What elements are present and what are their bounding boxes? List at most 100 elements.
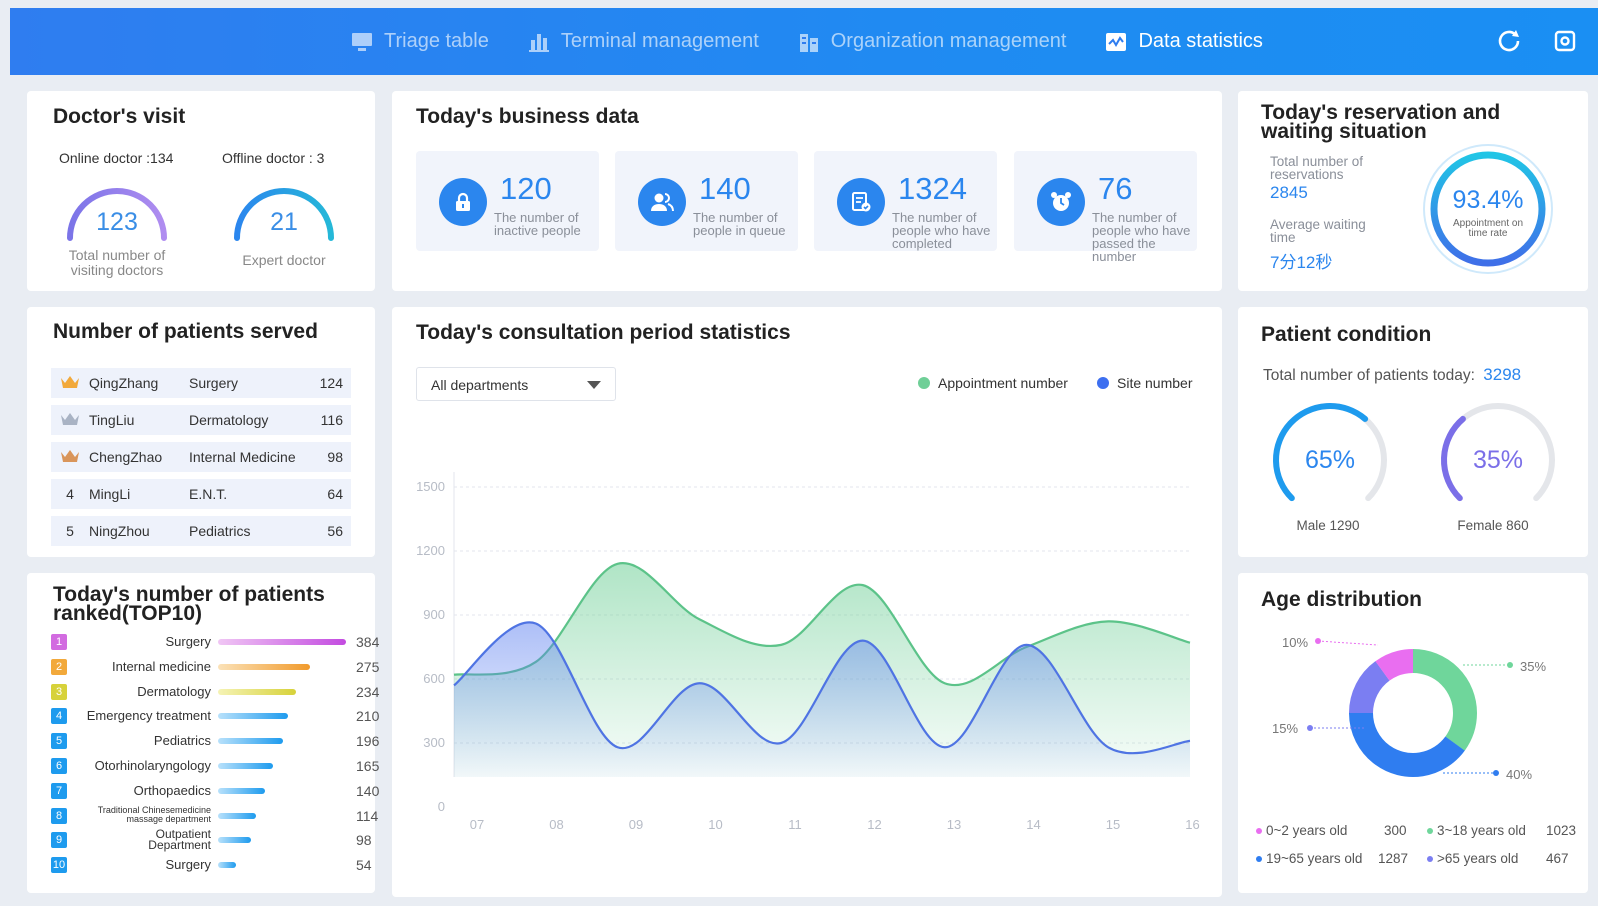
consultation-card: Today's consultation period statistics A… (392, 307, 1222, 897)
on-time-rate-value: 93.4% (1452, 186, 1524, 214)
nav-terminal-management[interactable]: Terminal management (527, 30, 759, 54)
value-bar (218, 663, 310, 670)
value-label: 275 (356, 658, 380, 675)
nav-triage-table[interactable]: Triage table (350, 30, 489, 54)
card-title: Today's business data (416, 105, 639, 128)
y-tick-label: 1200 (416, 543, 445, 558)
department-label: Outpatient Department (148, 827, 211, 853)
department: E.N.T. (189, 486, 228, 502)
doctor-name: ChengZhao (89, 449, 163, 465)
leader-line (1317, 640, 1379, 646)
x-tick-label: 10 (708, 817, 722, 832)
legend-dot (1427, 827, 1433, 834)
card-title: Patient condition (1261, 323, 1432, 346)
value-bar (218, 713, 288, 720)
top10-row: 1 Surgery 384 (51, 631, 381, 653)
tile-completed: 1324 The number of people who have compl… (814, 151, 997, 251)
expert-doctor-caption: Expert doctor (242, 252, 326, 268)
rank-badge: 2 (51, 658, 67, 675)
male-pct: 65% (1304, 446, 1356, 474)
stats-icon (1106, 32, 1127, 51)
value-bar (218, 639, 346, 645)
total-patients-text: Total number of patients today: (1263, 367, 1475, 384)
tile-inactive: 120 The number of inactive people (416, 151, 599, 251)
top10-row: 3 Dermatology 234 (51, 681, 381, 703)
avg-wait-label: Average waiting time (1270, 217, 1366, 245)
x-tick-label: 08 (549, 817, 563, 832)
doctor-name: QingZhang (89, 375, 159, 391)
total-patients-value: 3298 (1483, 365, 1522, 384)
value-bar (218, 787, 265, 794)
legend-dot (1256, 827, 1262, 834)
age-legend-value: 1287 (1378, 851, 1409, 866)
value-bar (218, 837, 251, 844)
avg-wait-value: 7分12秒 (1270, 253, 1333, 272)
slice-pct-label: 15% (1272, 721, 1298, 736)
value-label: 384 (356, 634, 380, 650)
monitor-icon (352, 32, 372, 51)
value-bar (218, 763, 273, 769)
tile-caption: The number of inactive people (494, 210, 581, 238)
slice-pct-label: 40% (1506, 767, 1532, 782)
patient-count: 116 (320, 412, 343, 428)
legend-label: 19~65 years old (1266, 851, 1363, 866)
tile-passed: 76 The number of people who have passed … (1014, 151, 1197, 263)
department-label: Emergency treatment (86, 708, 211, 724)
age-legend-value: 467 (1546, 851, 1569, 866)
patients-served-card: Number of patients served QingZhang Surge… (27, 307, 375, 557)
tile-value: 76 (1098, 171, 1133, 206)
tile-caption: The number of people who have passed the… (1092, 210, 1191, 264)
bar-chart-icon (528, 33, 549, 52)
leader-dot (1315, 638, 1321, 644)
department-label: Pediatrics (153, 733, 211, 749)
nav-data-statistics[interactable]: Data statistics (1104, 30, 1263, 54)
x-tick-label: 14 (1026, 817, 1040, 832)
refresh-icon[interactable] (1494, 26, 1524, 56)
x-tick-label: 09 (629, 817, 643, 832)
legend-label: 0~2 years old (1266, 823, 1348, 838)
reservations-value: 2845 (1270, 183, 1308, 202)
value-bar (218, 688, 296, 695)
settings-icon[interactable] (1550, 26, 1580, 56)
nav-label: Triage table (384, 30, 489, 52)
alarm-clock-icon (1037, 178, 1085, 226)
patient-count: 98 (327, 449, 343, 465)
top10-row: 6 Otorhinolaryngology 165 (51, 755, 381, 777)
nav-label: Organization management (830, 30, 1067, 52)
tile-value: 120 (500, 171, 552, 206)
value-label: 196 (356, 733, 380, 750)
business-data-card: Today's business data 120 The number of … (392, 91, 1222, 291)
total-doctors-value: 123 (96, 208, 138, 236)
rank-number: 4 (66, 486, 74, 502)
users-icon (638, 178, 686, 226)
nav-organization-management[interactable]: Organization management (797, 30, 1067, 54)
department: Internal Medicine (189, 449, 296, 465)
rank-number: 5 (66, 523, 74, 539)
department: Pediatrics (189, 523, 251, 539)
tile-value: 140 (699, 171, 751, 206)
rank-badge: 8 (51, 807, 67, 824)
legend-dot (1427, 855, 1433, 862)
crown-icon (51, 375, 89, 392)
leader-dot (1507, 662, 1513, 668)
legend-dot (1256, 855, 1262, 862)
rank-badge: 3 (51, 683, 67, 700)
age-legend-1: 3~18 years old (1427, 823, 1526, 838)
x-tick-label: 15 (1106, 817, 1120, 832)
expert-doctor-value: 21 (270, 208, 298, 236)
female-label: Female 860 (1457, 518, 1529, 533)
department: Surgery (189, 375, 239, 391)
rank-badge: 9 (51, 832, 67, 849)
top10-row: 5 Pediatrics 196 (51, 730, 381, 752)
card-title: Today's reservation and waiting situatio… (1261, 101, 1501, 143)
rank-badge: 6 (51, 758, 67, 774)
age-distribution-card: Age distribution 10% 35% 15% 40% 0~2 years … (1238, 573, 1588, 893)
building-icon (799, 33, 818, 52)
top10-row: 10 Surgery 54 (51, 854, 381, 876)
reservations-label: Total number of reservations (1270, 154, 1364, 182)
patient-condition-card: Patient condition Total number of patien… (1238, 307, 1588, 557)
card-title: Age distribution (1261, 588, 1422, 611)
age-legend-2: 19~65 years old (1256, 851, 1362, 866)
served-row: ChengZhao Internal Medicine 98 (51, 442, 351, 472)
y-tick-label: 300 (423, 735, 445, 750)
